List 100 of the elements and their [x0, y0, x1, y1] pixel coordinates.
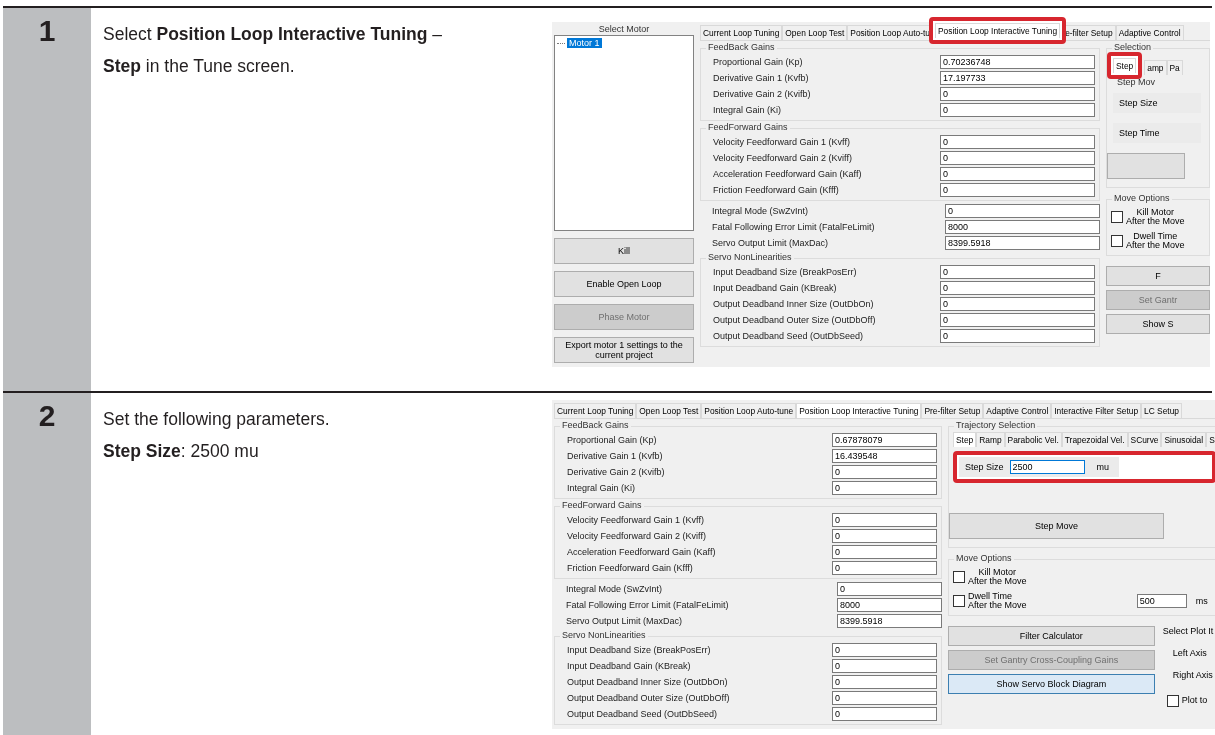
value-field[interactable]: 8000	[837, 598, 942, 612]
tab[interactable]: SCurve	[1127, 432, 1162, 447]
tab[interactable]: Pre-filter Setup	[921, 403, 984, 418]
field-label: Output Deadband Seed (OutDbSeed)	[712, 331, 865, 341]
value-field[interactable]: 0	[940, 87, 1095, 101]
field-label: Input Deadband Gain (KBreak)	[712, 283, 838, 293]
group-label: Trajectory Selection	[954, 420, 1038, 430]
field-label: Output Deadband Inner Size (OutDbOn)	[566, 677, 729, 687]
value-field[interactable]: 0	[940, 329, 1095, 343]
value-field[interactable]: 0	[832, 659, 937, 673]
axis-label: Left Axis	[1171, 647, 1208, 658]
unit-label: ms	[1194, 596, 1209, 607]
value-field[interactable]: 0	[837, 582, 942, 596]
value-field[interactable]: 0	[832, 643, 937, 657]
action-button[interactable]: Show Servo Block Diagram	[948, 673, 1155, 694]
field-label: Integral Mode (SwZvInt)	[565, 584, 664, 594]
field-label: Derivative Gain 1 (Kvfb)	[566, 451, 664, 461]
value-field[interactable]: 0	[832, 529, 937, 543]
tab[interactable]: S	[1206, 432, 1215, 447]
tab[interactable]: Position Loop Interactive Tuning	[934, 23, 1061, 38]
tab[interactable]: Current Loop Tuning	[700, 25, 783, 40]
value-field[interactable]: 0	[940, 265, 1095, 279]
value-field[interactable]: 0	[832, 675, 937, 689]
field-label: Velocity Feedforward Gain 1 (Kvff)	[566, 515, 705, 525]
field-label: Friction Feedforward Gain (Kfff)	[566, 563, 694, 573]
value-field[interactable]: 17.197733	[940, 71, 1095, 85]
action-button[interactable]: Filter Calculator	[948, 625, 1155, 646]
field-label: Input Deadband Size (BreakPosErr)	[566, 645, 712, 655]
value-field[interactable]: 16.439548	[832, 449, 937, 463]
value-field[interactable]: 8399.5918	[837, 614, 942, 628]
tree-item[interactable]: Motor 1	[567, 38, 602, 48]
checkbox[interactable]	[953, 595, 965, 608]
field-label: Servo Output Limit (MaxDac)	[565, 616, 684, 626]
field-label: Velocity Feedforward Gain 1 (Kvff)	[712, 137, 851, 147]
value-field[interactable]: 0	[940, 167, 1095, 181]
value-field[interactable]: 8000	[945, 220, 1100, 234]
group-label: FeedForward Gains	[560, 500, 644, 510]
field-label: Fatal Following Error Limit (FatalFeLimit)	[711, 222, 876, 232]
tab[interactable]: Adaptive Control	[983, 403, 1052, 418]
value-field[interactable]: 0	[832, 707, 937, 721]
move-button[interactable]: Step Move	[949, 513, 1164, 539]
value-field[interactable]: 0	[940, 135, 1095, 149]
value-field[interactable]: 500	[1136, 594, 1187, 609]
group-label: FeedBack Gains	[706, 42, 777, 52]
checkbox[interactable]	[1111, 211, 1123, 224]
value-field[interactable]: 0	[832, 561, 937, 575]
value-field[interactable]: 8399.5918	[945, 236, 1100, 250]
motor-button[interactable]: Enable Open Loop	[554, 271, 694, 297]
checkbox[interactable]	[1166, 694, 1179, 707]
step-number: 1	[3, 8, 91, 391]
tab[interactable]: Position Loop Interactive Tuning	[796, 403, 922, 418]
option-label: Dwell Time After the Move	[1126, 231, 1185, 251]
instruction-text: Set the following parameters.	[103, 408, 331, 431]
value-field[interactable]: 0	[940, 297, 1095, 311]
option-label: Kill Motor After the Move	[1126, 208, 1185, 227]
option-label: Plot to	[1181, 696, 1208, 706]
tab[interactable]: Step	[1113, 58, 1137, 73]
checkbox[interactable]	[1111, 235, 1123, 248]
tab[interactable]: Open Loop Test	[782, 25, 848, 40]
tab[interactable]: Position Loop Auto-tune	[701, 403, 797, 418]
action-button[interactable]: Show S	[1106, 313, 1210, 334]
tab[interactable]: Ramp	[976, 432, 1005, 447]
tab[interactable]: Adaptive Control	[1115, 25, 1184, 40]
field-label: Output Deadband Seed (OutDbSeed)	[566, 709, 719, 719]
value-field[interactable]: 0	[832, 691, 937, 705]
tab[interactable]: Sinusoidal	[1161, 432, 1207, 447]
value-field[interactable]: 0	[832, 513, 937, 527]
value-field[interactable]: 0	[940, 281, 1095, 295]
value-field[interactable]: 2500	[1009, 460, 1085, 474]
value-field[interactable]: 0	[940, 313, 1095, 327]
value-field[interactable]: 0	[940, 151, 1095, 165]
value-field[interactable]: 0.70236748	[940, 55, 1095, 69]
field-label: Input Deadband Gain (KBreak)	[566, 661, 692, 671]
tab[interactable]: Parabolic Vel.	[1004, 432, 1062, 447]
tab[interactable]: Current Loop Tuning	[554, 403, 637, 418]
field-label: Output Deadband Inner Size (OutDbOn)	[712, 299, 875, 309]
tab[interactable]: Interactive Filter Setup	[1051, 403, 1142, 418]
tab[interactable]: amp	[1144, 60, 1167, 75]
tab[interactable]: Trapezoidal Vel.	[1061, 432, 1128, 447]
value-field[interactable]: 0	[940, 103, 1095, 117]
field-label: Output Deadband Outer Size (OutDbOff)	[566, 693, 731, 703]
value-field[interactable]: 0	[832, 545, 937, 559]
panel-title: Select Motor	[597, 24, 651, 34]
checkbox[interactable]	[953, 571, 965, 584]
value-field[interactable]: 0	[945, 204, 1100, 218]
option-label: Dwell Time After the Move	[968, 591, 1028, 611]
tab[interactable]: Open Loop Test	[636, 403, 702, 418]
field-label: Step Size	[965, 462, 1004, 472]
motor-button[interactable]: Kill	[554, 238, 694, 264]
instruction-text: Select Position Loop Interactive Tuning – Step in the Tune screen.	[103, 23, 443, 78]
tab[interactable]: LC Setup	[1141, 403, 1182, 418]
tab[interactable]: Step	[953, 432, 977, 447]
motor-button[interactable]: Export motor 1 settings to the current project	[554, 337, 694, 363]
value-field[interactable]: 0	[832, 481, 937, 495]
tree-line	[557, 42, 565, 44]
option-label: Kill Motor After the Move	[968, 568, 1027, 587]
value-field[interactable]: 0	[940, 183, 1095, 197]
value-field[interactable]: 0	[832, 465, 937, 479]
value-field[interactable]: 0.67878079	[832, 433, 937, 447]
action-button[interactable]: F	[1106, 265, 1210, 286]
